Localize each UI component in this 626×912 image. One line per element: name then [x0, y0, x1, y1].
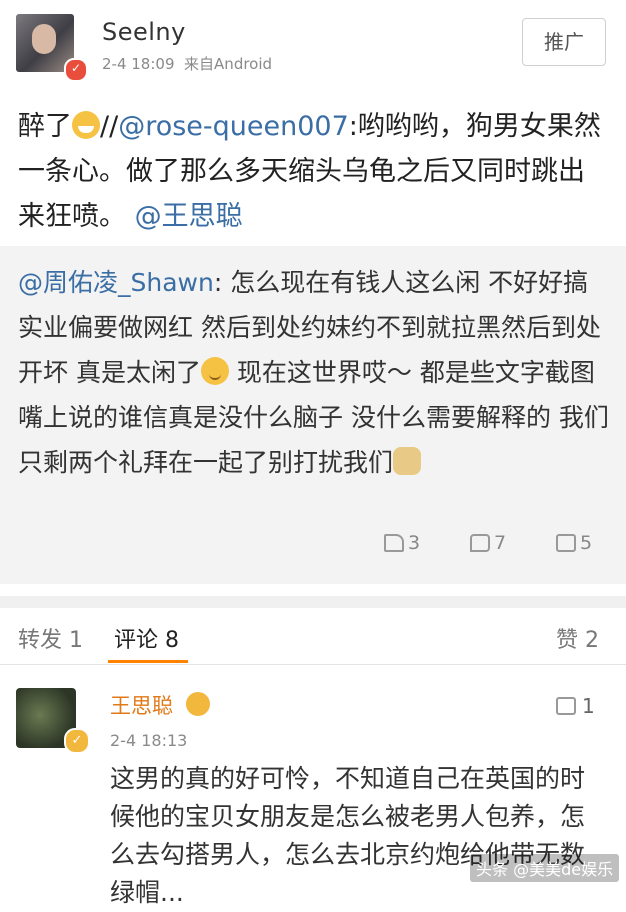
comment-like-count: 1 [582, 694, 595, 718]
post-source: 来自Android [184, 55, 273, 73]
repost-comment-button[interactable]: 7 [470, 532, 506, 554]
tab-reposts[interactable]: 转发 1 [18, 622, 83, 654]
commenter-name[interactable]: 王思聪 [110, 690, 173, 720]
post-meta: 2-4 18:09 来自Android [102, 53, 272, 74]
mention-link[interactable]: @王思聪 [135, 201, 243, 232]
smile-emoji-icon [200, 357, 229, 385]
tab-reposts-count: 1 [69, 628, 84, 653]
post-time: 2-4 18:09 [102, 55, 175, 73]
post-separator: // [100, 111, 119, 142]
tab-comments[interactable]: 评论 8 [114, 622, 179, 654]
active-tab-indicator [108, 660, 188, 663]
repost-text: @周佑凌_Shawn: 怎么现在有钱人这么闲 不好好搞实业偏要做网红 然后到处约… [18, 260, 610, 485]
tab-comments-label: 评论 [114, 628, 159, 653]
comment-time: 2-4 18:13 [110, 731, 188, 750]
interaction-tabs: 转发 1 评论 8 赞 2 [0, 608, 626, 665]
comment-like-button[interactable]: 1 [556, 694, 595, 718]
post-prefix: 醉了 [18, 111, 72, 142]
repost-share-button[interactable]: 3 [384, 532, 420, 554]
thumbs-up-icon [556, 534, 576, 552]
vip-crown-icon [186, 692, 210, 716]
doge-emoji-icon [393, 447, 422, 475]
laughing-emoji-icon [72, 111, 100, 139]
section-divider [0, 596, 626, 608]
repost-actions: 3 7 5 [384, 532, 604, 562]
tab-likes[interactable]: 赞 2 [556, 622, 599, 654]
comment-icon [470, 534, 490, 552]
repost-like-count: 5 [580, 532, 593, 554]
post-text: 醉了//@rose-queen007:哟哟哟，狗男女果然一条心。做了那么多天缩头… [18, 104, 602, 239]
verified-badge-icon: ✓ [64, 58, 88, 82]
mention-link[interactable]: @rose-queen007 [118, 111, 349, 142]
repost-like-button[interactable]: 5 [556, 532, 592, 554]
tab-likes-label: 赞 [556, 628, 579, 653]
promote-button[interactable]: 推广 [522, 18, 606, 66]
share-icon [384, 534, 404, 552]
username[interactable]: Seelny [102, 18, 186, 46]
tab-comments-count: 8 [165, 628, 180, 653]
thumbs-up-icon [556, 697, 576, 715]
tab-likes-count: 2 [585, 628, 600, 653]
watermark: 头条 @美美de娱乐 [470, 854, 620, 882]
repost-share-count: 3 [408, 532, 421, 554]
mention-link[interactable]: @周佑凌_Shawn [18, 268, 214, 297]
repost-comment-count: 7 [494, 532, 507, 554]
tab-reposts-label: 转发 [18, 628, 63, 653]
comment-text: 这男的真的好可怜，不知道自己在英国的时候他的宝贝女朋友是怎么被老男人包养，怎么去… [110, 764, 586, 907]
gold-verified-badge-icon: ✓ [64, 728, 90, 754]
